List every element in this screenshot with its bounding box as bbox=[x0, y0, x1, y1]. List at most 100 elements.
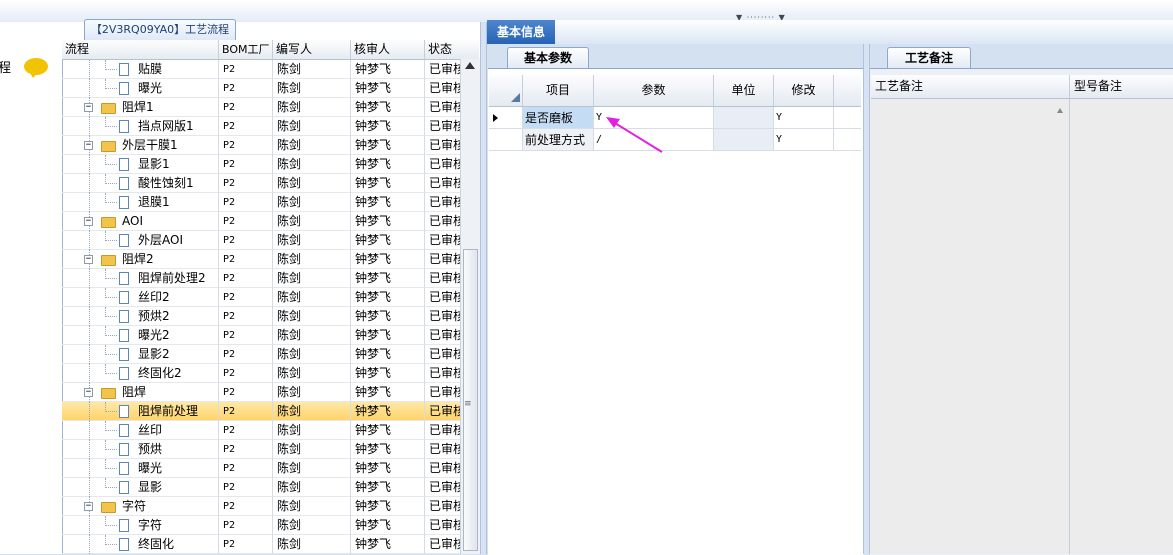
tree-cell-writer[interactable]: 陈剑 bbox=[273, 231, 351, 250]
tree-cell-reviewer[interactable]: 钟梦飞 bbox=[351, 440, 425, 459]
tree-cell-status[interactable]: 已审核 bbox=[425, 535, 460, 554]
scroll-grip-icon[interactable]: ≡ bbox=[464, 399, 472, 409]
tree-cell-writer[interactable]: 陈剑 bbox=[273, 212, 351, 231]
col-header-bom[interactable]: BOM工厂 bbox=[219, 40, 273, 59]
tree-cell-bom[interactable]: P2 bbox=[219, 345, 273, 364]
tree-cell-bom[interactable]: P2 bbox=[219, 383, 273, 402]
tree-cell-reviewer[interactable]: 钟梦飞 bbox=[351, 497, 425, 516]
tree-cell-status[interactable]: 已审核 bbox=[425, 136, 460, 155]
tree-cell-status[interactable]: 已审核 bbox=[425, 193, 460, 212]
tree-cell-reviewer[interactable]: 钟梦飞 bbox=[351, 174, 425, 193]
grid-col-item[interactable]: 项目 bbox=[523, 75, 594, 106]
tree-cell-bom[interactable]: P2 bbox=[219, 516, 273, 535]
tree-cell-bom[interactable]: P2 bbox=[219, 60, 273, 79]
tree-cell-flow[interactable]: − 字符 bbox=[62, 497, 219, 516]
tree-cell-status[interactable]: 已审核 bbox=[425, 497, 460, 516]
tree-cell-flow[interactable]: 终固化 bbox=[62, 535, 219, 554]
tree-cell-bom[interactable]: P2 bbox=[219, 402, 273, 421]
tree-cell-bom[interactable]: P2 bbox=[219, 478, 273, 497]
tree-row[interactable]: − 阻焊 P2陈剑钟梦飞已审核 bbox=[62, 383, 460, 402]
grid-cell-unit[interactable] bbox=[714, 107, 774, 128]
tree-row-selected[interactable]: 阻焊前处理 P2陈剑钟梦飞已审核 bbox=[62, 402, 460, 421]
tree-cell-status[interactable]: 已审核 bbox=[425, 364, 460, 383]
tree-cell-flow[interactable]: 贴膜 bbox=[62, 60, 219, 79]
collapse-toggle-icon[interactable]: − bbox=[84, 502, 93, 511]
tree-cell-flow[interactable]: 酸性蚀刻1 bbox=[62, 174, 219, 193]
tree-cell-reviewer[interactable]: 钟梦飞 bbox=[351, 326, 425, 345]
tree-cell-bom[interactable]: P2 bbox=[219, 79, 273, 98]
tree-cell-reviewer[interactable]: 钟梦飞 bbox=[351, 478, 425, 497]
tree-cell-bom[interactable]: P2 bbox=[219, 364, 273, 383]
tree-cell-status[interactable]: 已审核 bbox=[425, 79, 460, 98]
tree-cell-writer[interactable]: 陈剑 bbox=[273, 326, 351, 345]
tree-cell-flow[interactable]: 显影2 bbox=[62, 345, 219, 364]
tree-cell-writer[interactable]: 陈剑 bbox=[273, 440, 351, 459]
tree-cell-status[interactable]: 已审核 bbox=[425, 155, 460, 174]
tree-cell-reviewer[interactable]: 钟梦飞 bbox=[351, 117, 425, 136]
tree-cell-reviewer[interactable]: 钟梦飞 bbox=[351, 421, 425, 440]
tree-cell-writer[interactable]: 陈剑 bbox=[273, 117, 351, 136]
tree-cell-writer[interactable]: 陈剑 bbox=[273, 250, 351, 269]
tree-row[interactable]: − 外层干膜1 P2陈剑钟梦飞已审核 bbox=[62, 136, 460, 155]
tree-cell-reviewer[interactable]: 钟梦飞 bbox=[351, 459, 425, 478]
tree-cell-flow[interactable]: 曝光 bbox=[62, 459, 219, 478]
tree-row[interactable]: 外层AOI P2陈剑钟梦飞已审核 bbox=[62, 231, 460, 250]
tree-cell-reviewer[interactable]: 钟梦飞 bbox=[351, 516, 425, 535]
tree-row[interactable]: 退膜1 P2陈剑钟梦飞已审核 bbox=[62, 193, 460, 212]
tree-cell-writer[interactable]: 陈剑 bbox=[273, 79, 351, 98]
vertical-splitter-right[interactable] bbox=[863, 44, 870, 554]
tree-cell-status[interactable]: 已审核 bbox=[425, 345, 460, 364]
tree-cell-status[interactable]: 已审核 bbox=[425, 421, 460, 440]
tree-cell-writer[interactable]: 陈剑 bbox=[273, 383, 351, 402]
tree-row[interactable]: 曝光2 P2陈剑钟梦飞已审核 bbox=[62, 326, 460, 345]
grid-cell-item[interactable]: 是否磨板 bbox=[523, 107, 594, 128]
tree-cell-flow[interactable]: 终固化2 bbox=[62, 364, 219, 383]
col-header-writer[interactable]: 编写人 bbox=[273, 40, 351, 59]
tree-cell-status[interactable]: 已审核 bbox=[425, 98, 460, 117]
scroll-up-arrow-icon[interactable] bbox=[1057, 108, 1063, 113]
tree-cell-flow[interactable]: 阻焊前处理2 bbox=[62, 269, 219, 288]
tree-cell-status[interactable]: 已审核 bbox=[425, 383, 460, 402]
tree-cell-bom[interactable]: P2 bbox=[219, 269, 273, 288]
tree-cell-reviewer[interactable]: 钟梦飞 bbox=[351, 364, 425, 383]
tree-cell-flow[interactable]: 挡点网版1 bbox=[62, 117, 219, 136]
tree-cell-flow[interactable]: 字符 bbox=[62, 516, 219, 535]
tree-row[interactable]: 阻焊前处理2 P2陈剑钟梦飞已审核 bbox=[62, 269, 460, 288]
grid-cell-modify[interactable]: Y bbox=[774, 107, 834, 128]
col-header-model-note[interactable]: 型号备注 bbox=[1070, 75, 1173, 98]
grid-col-modify[interactable]: 修改 bbox=[774, 75, 834, 106]
tree-cell-flow[interactable]: 曝光 bbox=[62, 79, 219, 98]
grid-cell-item[interactable]: 前处理方式 bbox=[523, 129, 594, 150]
tree-cell-reviewer[interactable]: 钟梦飞 bbox=[351, 212, 425, 231]
tree-cell-status[interactable]: 已审核 bbox=[425, 60, 460, 79]
tree-cell-flow[interactable]: 显影 bbox=[62, 478, 219, 497]
collapse-toggle-icon[interactable]: − bbox=[84, 217, 93, 226]
tree-cell-reviewer[interactable]: 钟梦飞 bbox=[351, 402, 425, 421]
tree-cell-writer[interactable]: 陈剑 bbox=[273, 535, 351, 554]
tree-cell-reviewer[interactable]: 钟梦飞 bbox=[351, 193, 425, 212]
tree-row[interactable]: − AOI P2陈剑钟梦飞已审核 bbox=[62, 212, 460, 231]
tree-cell-writer[interactable]: 陈剑 bbox=[273, 421, 351, 440]
tree-cell-status[interactable]: 已审核 bbox=[425, 516, 460, 535]
collapse-toggle-icon[interactable]: − bbox=[84, 255, 93, 264]
tree-row[interactable]: 挡点网版1 P2陈剑钟梦飞已审核 bbox=[62, 117, 460, 136]
tree-cell-status[interactable]: 已审核 bbox=[425, 440, 460, 459]
tree-cell-writer[interactable]: 陈剑 bbox=[273, 269, 351, 288]
chat-bubble-icon[interactable] bbox=[24, 58, 48, 78]
tree-cell-bom[interactable]: P2 bbox=[219, 440, 273, 459]
tree-cell-flow[interactable]: − 阻焊2 bbox=[62, 250, 219, 269]
tree-row[interactable]: 显影1 P2陈剑钟梦飞已审核 bbox=[62, 155, 460, 174]
collapse-toggle-icon[interactable]: − bbox=[84, 103, 93, 112]
collapse-toggle-icon[interactable]: − bbox=[84, 141, 93, 150]
tab-process-notes[interactable]: 工艺备注 bbox=[887, 47, 971, 69]
grid-col-unit[interactable]: 单位 bbox=[714, 75, 774, 106]
tree-cell-bom[interactable]: P2 bbox=[219, 174, 273, 193]
tree-cell-writer[interactable]: 陈剑 bbox=[273, 402, 351, 421]
tree-cell-flow[interactable]: − 外层干膜1 bbox=[62, 136, 219, 155]
tree-cell-status[interactable]: 已审核 bbox=[425, 478, 460, 497]
tree-cell-reviewer[interactable]: 钟梦飞 bbox=[351, 136, 425, 155]
tree-cell-flow[interactable]: 退膜1 bbox=[62, 193, 219, 212]
tree-cell-writer[interactable]: 陈剑 bbox=[273, 497, 351, 516]
tree-cell-reviewer[interactable]: 钟梦飞 bbox=[351, 250, 425, 269]
tree-cell-bom[interactable]: P2 bbox=[219, 136, 273, 155]
